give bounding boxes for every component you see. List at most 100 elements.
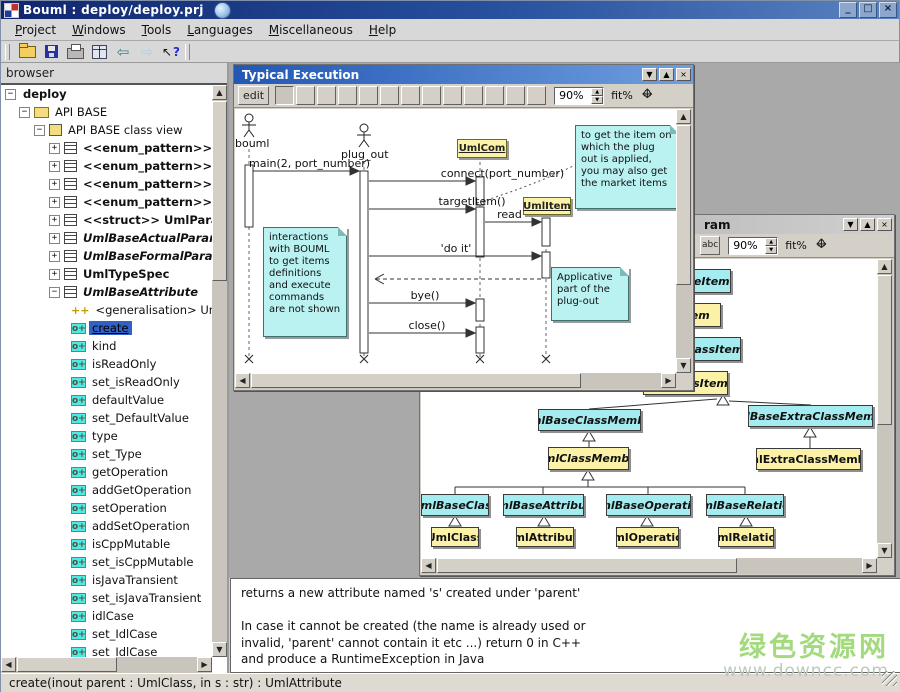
minimize-button[interactable]: _ <box>839 2 857 18</box>
seq-window-titlebar[interactable]: Typical Execution ▼ ▲ × <box>234 65 693 84</box>
tree-expander-icon[interactable] <box>49 251 60 262</box>
close-button[interactable]: × <box>879 2 897 18</box>
class-vscrollbar[interactable]: ▲ ▼ <box>877 259 893 558</box>
text-tool-icon[interactable]: abc <box>700 236 720 255</box>
tree-row[interactable]: <<enum_pattern>> aDirection <box>1 157 212 175</box>
tree-row[interactable]: <<struct>> UmlParameter <box>1 211 212 229</box>
menu-project[interactable]: Project <box>7 21 64 39</box>
class-box[interactable]: UmlBaseAttribute <box>503 494 584 516</box>
reflexive-sync-tool-icon[interactable] <box>422 86 441 105</box>
tree-row[interactable]: o+ addGetOperation <box>1 481 212 499</box>
zoom-spinbox[interactable]: 90% ▲▼ <box>554 87 604 105</box>
tree-row[interactable]: <<enum_pattern>> aRelationK <box>1 139 212 157</box>
scroll-right-icon[interactable]: ▶ <box>197 657 212 672</box>
dashes-tool-icon[interactable] <box>506 86 525 105</box>
note-box[interactable]: interactions with BOUML to get items def… <box>263 227 347 337</box>
tree-row[interactable]: o+ setOperation <box>1 499 212 517</box>
tree-expander-icon[interactable] <box>34 125 45 136</box>
menu-miscellaneous[interactable]: Miscellaneous <box>261 21 361 39</box>
seq-vscroll-thumb[interactable] <box>676 125 691 285</box>
tree-row[interactable]: o+ addSetOperation <box>1 517 212 535</box>
spin-down-icon[interactable]: ▼ <box>765 246 777 254</box>
message-label[interactable]: read <box>487 208 532 221</box>
scroll-down-icon[interactable]: ▼ <box>877 543 892 558</box>
reflexive-async-tool-icon[interactable] <box>443 86 462 105</box>
menu-windows[interactable]: Windows <box>64 21 134 39</box>
seq-hscroll-thumb[interactable] <box>251 373 581 388</box>
sequence-diagram-canvas[interactable]: bouml plug_out UmlCom UmlItem main(2, po… <box>235 109 676 373</box>
tree-row[interactable]: o+ set_Type <box>1 445 212 463</box>
maximize-icon[interactable]: ▲ <box>659 68 674 81</box>
close-icon[interactable]: × <box>877 218 892 231</box>
tree-row[interactable]: o+ set_isCppMutable <box>1 553 212 571</box>
select-tool-icon[interactable] <box>275 86 294 105</box>
class-box[interactable]: UmlBaseClassMember <box>538 409 641 431</box>
sync-message-tool-icon[interactable] <box>380 86 399 105</box>
class-box[interactable]: UmlBaseOperation <box>606 494 691 516</box>
message-label[interactable]: main(2, port_number) <box>249 157 359 170</box>
title-bar[interactable]: Bouml : deploy/deploy.prj _ □ × <box>1 1 899 19</box>
menu-help[interactable]: Help <box>361 21 404 39</box>
tree-row[interactable]: o+ set_DefaultValue <box>1 409 212 427</box>
note-box[interactable]: Applicative part of the plug-out <box>551 267 629 321</box>
scroll-left-icon[interactable]: ◀ <box>1 657 16 672</box>
note-tool-icon[interactable] <box>296 86 315 105</box>
continuation-tool-icon[interactable] <box>359 86 378 105</box>
tree-expander-icon[interactable] <box>49 143 60 154</box>
class-box[interactable]: UmlRelation <box>718 527 774 547</box>
message-label[interactable]: 'do it' <box>431 242 481 255</box>
tree-expander-icon[interactable] <box>49 287 60 298</box>
actor-label[interactable]: bouml <box>235 137 265 150</box>
print-button[interactable] <box>65 43 85 61</box>
scroll-left-icon[interactable]: ◀ <box>421 558 436 573</box>
tree-expander-icon[interactable] <box>19 107 30 118</box>
scroll-right-icon[interactable]: ▶ <box>661 373 676 388</box>
class-box[interactable]: UmlClassMember <box>548 447 629 470</box>
shade-icon[interactable]: ▼ <box>642 68 657 81</box>
tree-expander-icon[interactable] <box>49 179 60 190</box>
async-message-tool-icon[interactable] <box>401 86 420 105</box>
whats-this-button[interactable]: ? <box>161 43 181 61</box>
scroll-left-icon[interactable]: ◀ <box>235 373 250 388</box>
maximize-button[interactable]: □ <box>859 2 877 18</box>
tree-row[interactable]: <<enum_pattern>> aVisibility <box>1 175 212 193</box>
tree-row[interactable]: o+ type <box>1 427 212 445</box>
class-box[interactable]: UmlExtraClassMember <box>756 448 861 470</box>
tree-row[interactable]: o+ create <box>1 319 212 337</box>
tree-expander-icon[interactable] <box>49 269 60 280</box>
tree-row[interactable]: API BASE class view <box>1 121 212 139</box>
scroll-up-icon[interactable]: ▲ <box>877 259 892 274</box>
class-vscroll-thumb[interactable] <box>877 275 892 425</box>
tree-row[interactable]: o+ set_isJavaTransient <box>1 589 212 607</box>
scroll-up-icon[interactable]: ▲ <box>676 109 691 124</box>
browser-tree[interactable]: deploy API BASE API BASE class view <<en… <box>1 85 212 657</box>
open-project-button[interactable] <box>17 43 37 61</box>
tree-row[interactable]: o+ set_IdlCase <box>1 625 212 643</box>
class-box[interactable]: UmlOperation <box>616 527 679 547</box>
tree-row[interactable]: UmlTypeSpec <box>1 265 212 283</box>
tree-expander-icon[interactable] <box>49 197 60 208</box>
maximize-icon[interactable]: ▲ <box>860 218 875 231</box>
class-box[interactable]: UmlBaseClass <box>421 494 489 516</box>
save-project-button[interactable] <box>41 43 61 61</box>
sequence-diagram-window[interactable]: Typical Execution ▼ ▲ × edit 90% ▲▼ fit% <box>233 64 694 391</box>
browser-hscroll-thumb[interactable] <box>17 657 117 672</box>
tree-row[interactable]: <<enum_pattern>> anItemKin <box>1 193 212 211</box>
tree-row[interactable]: o+ kind <box>1 337 212 355</box>
fit-scale-icon[interactable]: ↔↕ <box>639 87 656 104</box>
edit-button[interactable]: edit <box>238 86 269 105</box>
tree-row[interactable]: o+ isCppMutable <box>1 535 212 553</box>
tree-expander-icon[interactable] <box>49 233 60 244</box>
tree-row[interactable]: o+ getOperation <box>1 463 212 481</box>
description-pane[interactable]: returns a new attribute named 's' create… <box>230 578 900 673</box>
message-label[interactable]: close() <box>397 319 457 332</box>
tree-expander-icon[interactable] <box>49 161 60 172</box>
class-hscroll-thumb[interactable] <box>437 558 737 573</box>
spin-up-icon[interactable]: ▲ <box>591 88 603 96</box>
back-button[interactable]: ⇦ <box>113 43 133 61</box>
scroll-down-icon[interactable]: ▼ <box>212 642 227 657</box>
tree-row[interactable]: o+ isJavaTransient <box>1 571 212 589</box>
seq-hscrollbar[interactable]: ◀ ▶ <box>235 373 676 389</box>
tree-row[interactable]: o+ set_IdlCase <box>1 643 212 657</box>
tree-row[interactable]: UmlBaseFormalParameter <box>1 247 212 265</box>
